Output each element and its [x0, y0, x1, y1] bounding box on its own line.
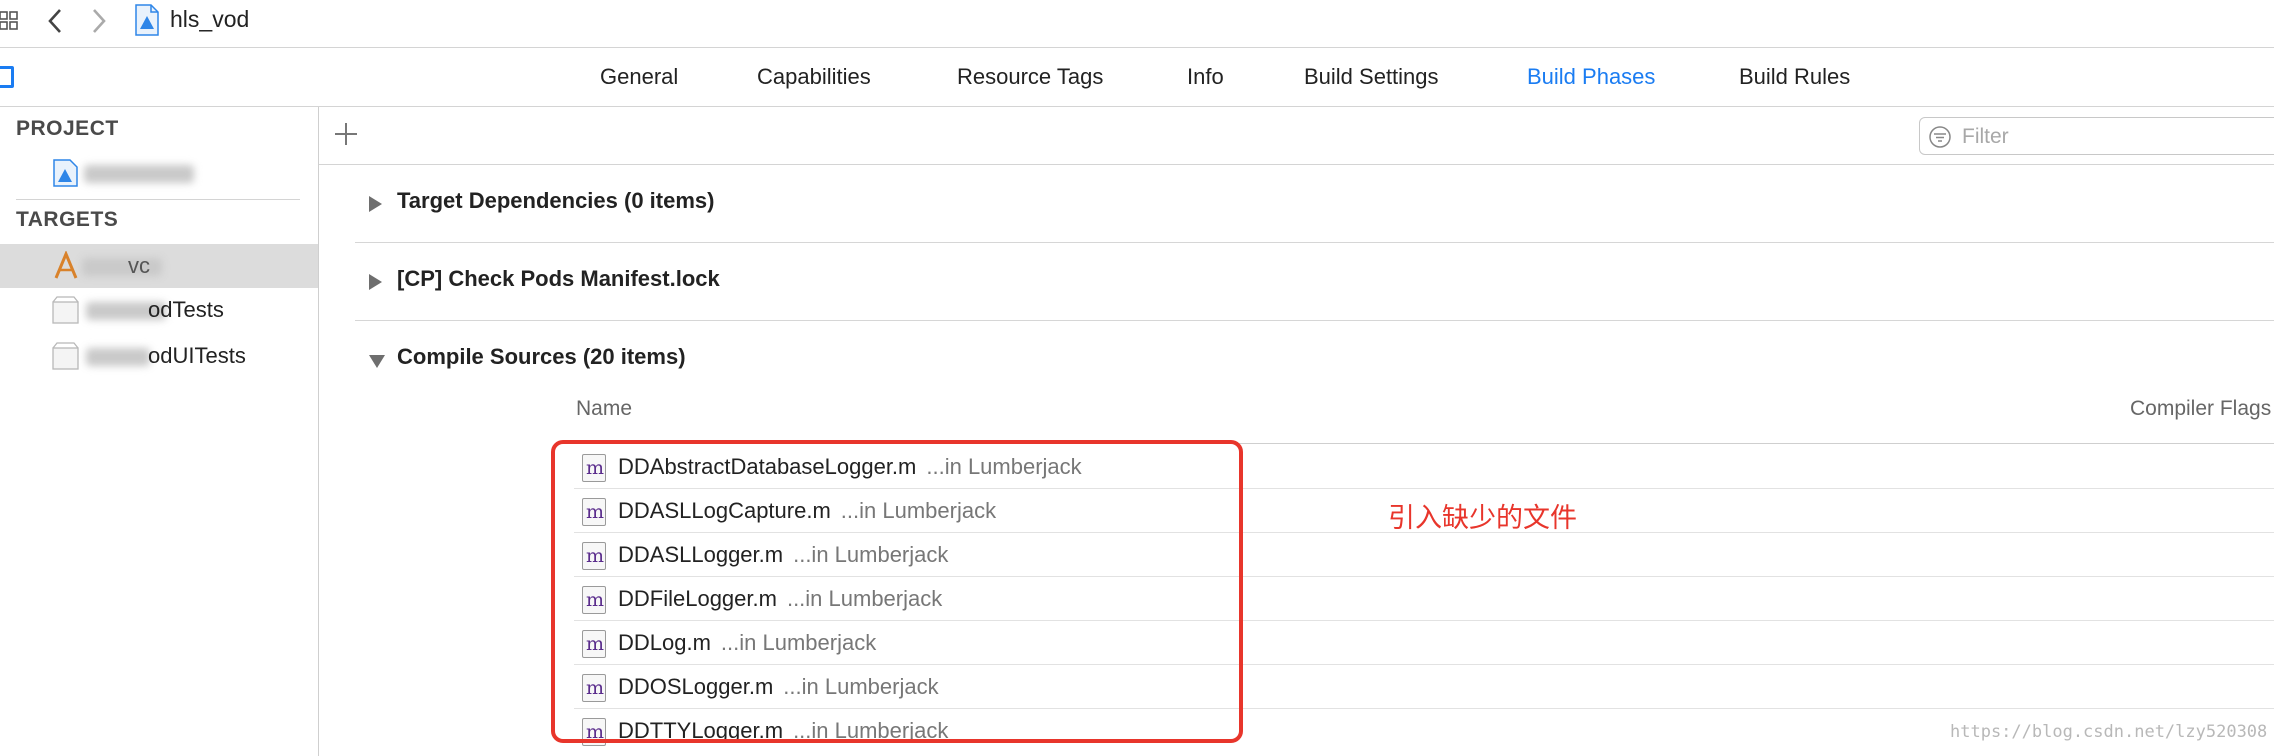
disclosure-triangle-icon[interactable]: [369, 274, 382, 290]
phase-title: Target Dependencies (0 items): [397, 188, 715, 213]
back-chevron-icon[interactable]: [44, 4, 68, 38]
watermark: https://blog.csdn.net/lzy520308: [1950, 722, 2268, 742]
redacted-uitests-prefix: [86, 348, 150, 366]
app-target-label: vc: [128, 253, 150, 278]
sidebar-item-uitests-target[interactable]: odUITests: [0, 334, 318, 378]
project-targets-sidebar: PROJECT TARGETS vc odTests odUITests: [0, 107, 319, 756]
column-header-name[interactable]: Name: [576, 397, 632, 421]
uitests-target-label: odUITests: [148, 343, 246, 368]
tab-resource-tags[interactable]: Resource Tags: [957, 64, 1103, 90]
column-header-compiler-flags[interactable]: Compiler Flags: [2130, 397, 2271, 421]
sidebar-toggle-icon[interactable]: [0, 66, 14, 88]
filter-field[interactable]: [1919, 117, 2274, 155]
editor-tabs-bar: General Capabilities Resource Tags Info …: [0, 48, 2274, 107]
sidebar-item-app-target[interactable]: vc: [0, 244, 318, 288]
xcodeproj-file-icon: [135, 4, 159, 36]
forward-chevron-icon[interactable]: [86, 4, 110, 38]
sidebar-item-project[interactable]: [0, 151, 318, 195]
phase-check-pods-manifest[interactable]: [CP] Check Pods Manifest.lock: [355, 244, 2274, 321]
tab-capabilities[interactable]: Capabilities: [757, 64, 871, 90]
add-phase-plus-icon[interactable]: [333, 121, 359, 147]
test-bundle-icon: [52, 296, 79, 324]
file-title[interactable]: hls_vod: [170, 6, 249, 33]
filter-input[interactable]: [1960, 122, 2274, 152]
tab-info[interactable]: Info: [1187, 64, 1224, 90]
phase-title: Compile Sources (20 items): [397, 344, 686, 369]
phase-target-dependencies[interactable]: Target Dependencies (0 items): [355, 166, 2274, 243]
targets-section-header: TARGETS: [16, 208, 119, 231]
build-phases-toolbar: [319, 107, 2274, 165]
disclosure-triangle-icon[interactable]: [369, 196, 382, 212]
redacted-target-name: [82, 258, 162, 276]
app-target-icon: [54, 251, 78, 279]
project-icon: [53, 159, 78, 187]
phase-compile-sources[interactable]: Compile Sources (20 items): [355, 322, 2274, 398]
sidebar-divider: [16, 199, 300, 200]
window-toolbar: hls_vod: [0, 0, 2274, 48]
disclosure-triangle-expanded-icon[interactable]: [369, 355, 385, 368]
tab-build-settings[interactable]: Build Settings: [1304, 64, 1439, 90]
redacted-project-name: [84, 165, 194, 183]
tests-target-label: odTests: [148, 297, 224, 322]
tab-general[interactable]: General: [600, 64, 678, 90]
tab-build-rules[interactable]: Build Rules: [1739, 64, 1850, 90]
red-highlight-box: [551, 440, 1243, 743]
tab-build-phases[interactable]: Build Phases: [1527, 64, 1655, 90]
annotation-label: 引入缺少的文件: [1388, 503, 1577, 534]
project-section-header: PROJECT: [16, 117, 119, 140]
phase-title: [CP] Check Pods Manifest.lock: [397, 266, 720, 291]
filter-icon: [1929, 126, 1951, 148]
ui-test-bundle-icon: [52, 342, 79, 370]
related-items-grid-icon[interactable]: [0, 7, 20, 35]
sidebar-item-tests-target[interactable]: odTests: [0, 288, 318, 332]
